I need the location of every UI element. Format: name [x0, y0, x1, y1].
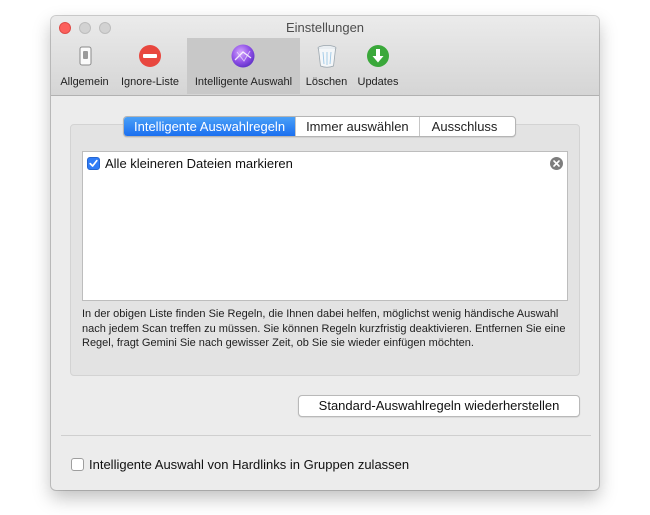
- rule-label: Alle kleineren Dateien markieren: [105, 156, 293, 171]
- hardlinks-checkbox[interactable]: [71, 458, 84, 471]
- tab-intelligente-auswahlregeln[interactable]: Intelligente Auswahlregeln: [124, 117, 297, 136]
- rules-list[interactable]: Alle kleineren Dateien markieren: [82, 151, 568, 301]
- toolbar-item-loeschen[interactable]: Löschen: [302, 38, 351, 94]
- hardlinks-label: Intelligente Auswahl von Hardlinks in Gr…: [89, 457, 410, 472]
- toolbar-label: Ignore-Liste: [120, 76, 180, 88]
- toolbar-label: Löschen: [305, 76, 348, 88]
- smart-selection-icon: [230, 43, 256, 69]
- toolbar-item-allgemein[interactable]: Allgemein: [55, 38, 114, 94]
- hardlinks-option[interactable]: Intelligente Auswahl von Hardlinks in Gr…: [71, 457, 471, 473]
- rules-tab-bar: Intelligente Auswahlregeln Immer auswähl…: [123, 116, 517, 137]
- rules-description: In der obigen Liste finden Sie Regeln, d…: [82, 308, 566, 349]
- checkmark-icon: [89, 159, 98, 167]
- list-item[interactable]: Alle kleineren Dateien markieren: [87, 156, 563, 172]
- restore-defaults-button[interactable]: Standard-Auswahlregeln wiederherstellen: [298, 395, 580, 417]
- divider: [61, 435, 591, 436]
- toolbar-item-ignore-liste[interactable]: Ignore-Liste: [115, 38, 185, 94]
- titlebar: Einstellungen Allgemein Ignore-Liste Int…: [51, 16, 599, 96]
- tab-immer-auswaehlen[interactable]: Immer auswählen: [296, 117, 420, 136]
- preferences-window: Einstellungen Allgemein Ignore-Liste Int…: [51, 16, 599, 490]
- rule-checkbox[interactable]: [87, 157, 100, 170]
- remove-rule-icon[interactable]: [550, 157, 563, 170]
- toolbar-label: Intelligente Auswahl: [194, 76, 293, 88]
- toolbar-item-updates[interactable]: Updates: [352, 38, 404, 94]
- tab-ausschluss[interactable]: Ausschluss: [420, 117, 516, 136]
- switch-icon: [72, 43, 98, 69]
- toolbar-label: Updates: [357, 76, 399, 88]
- trash-icon: [314, 43, 340, 69]
- window-title: Einstellungen: [285, 20, 365, 35]
- no-entry-icon: [137, 43, 163, 69]
- download-icon: [365, 43, 391, 69]
- toolbar-item-intelligente-auswahl[interactable]: Intelligente Auswahl: [187, 38, 300, 94]
- toolbar-label: Allgemein: [60, 76, 109, 88]
